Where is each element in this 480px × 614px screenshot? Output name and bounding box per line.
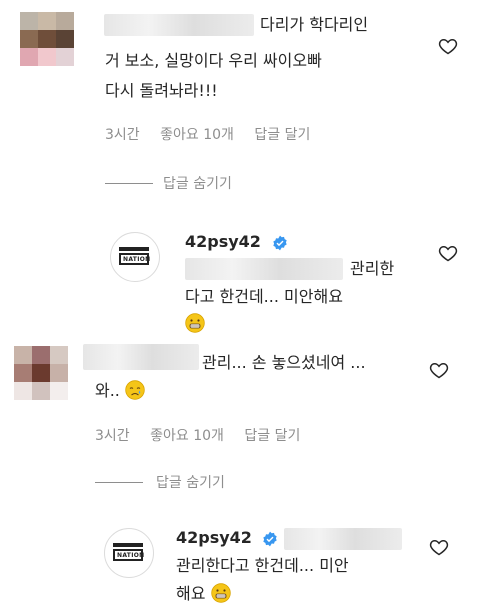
heart-outline-icon[interactable] [438, 36, 458, 56]
redacted-mention [185, 258, 343, 280]
redacted-mention [284, 528, 402, 550]
divider-line [105, 183, 153, 184]
reply-text-line: 관리한 [350, 259, 395, 278]
comment-likes[interactable]: 좋아요 10개 [160, 127, 234, 143]
divider-line [95, 482, 143, 483]
redacted-username [104, 14, 254, 36]
verified-badge-icon [263, 531, 277, 547]
reply-text-line: 관리한다고 한건데... 미안 [176, 556, 349, 575]
comment-text: 와.. [95, 381, 120, 400]
psy-nation-avatar[interactable]: NATION [104, 528, 154, 578]
comment-meta: 3시간 좋아요 10개 답글 달기 [95, 425, 316, 445]
reply-username[interactable]: 42psy42 [176, 528, 252, 547]
heart-outline-icon[interactable] [429, 537, 449, 557]
crying-face-emoji [125, 380, 145, 400]
hide-replies-button[interactable]: 답글 숨기기 [163, 173, 232, 193]
verified-badge-icon [273, 235, 287, 251]
reply-username[interactable]: 42psy42 [185, 232, 261, 251]
avatar-label: NATION [123, 256, 151, 263]
comment-meta: 3시간 좋아요 10개 답글 달기 [105, 124, 326, 144]
psy-nation-avatar[interactable]: NATION [110, 232, 160, 282]
grimacing-face-emoji [185, 313, 205, 333]
avatar-label: NATION [117, 552, 145, 559]
comment-text-line: 거 보소, 실망이다 우리 싸이오빠 [105, 51, 322, 70]
commenter-avatar[interactable] [20, 12, 74, 66]
comment-time: 3시간 [105, 127, 140, 143]
comment-text-line: 다리가 학다리인 [260, 15, 369, 34]
heart-outline-icon[interactable] [429, 360, 449, 380]
comment-text-line: 관리... 손 놓으셨네여 ... [202, 353, 366, 372]
comment-time: 3시간 [95, 428, 130, 444]
comment-likes[interactable]: 좋아요 10개 [150, 428, 224, 444]
reply-text-line: 해요 [176, 583, 231, 605]
hide-replies-button[interactable]: 답글 숨기기 [156, 472, 225, 492]
comment-text-line: 다시 돌려놔라!!! [105, 81, 218, 100]
commenter-avatar[interactable] [14, 346, 68, 400]
comment-text-line: 와.. [95, 380, 145, 402]
heart-outline-icon[interactable] [438, 243, 458, 263]
reply-text-line: 다고 한건데... 미안해요 [185, 287, 343, 306]
reply-button[interactable]: 답글 달기 [254, 127, 310, 143]
grimacing-face-emoji [210, 583, 231, 603]
reply-button[interactable]: 답글 달기 [244, 428, 300, 444]
reply-text: 해요 [176, 584, 206, 603]
redacted-username [83, 344, 199, 370]
